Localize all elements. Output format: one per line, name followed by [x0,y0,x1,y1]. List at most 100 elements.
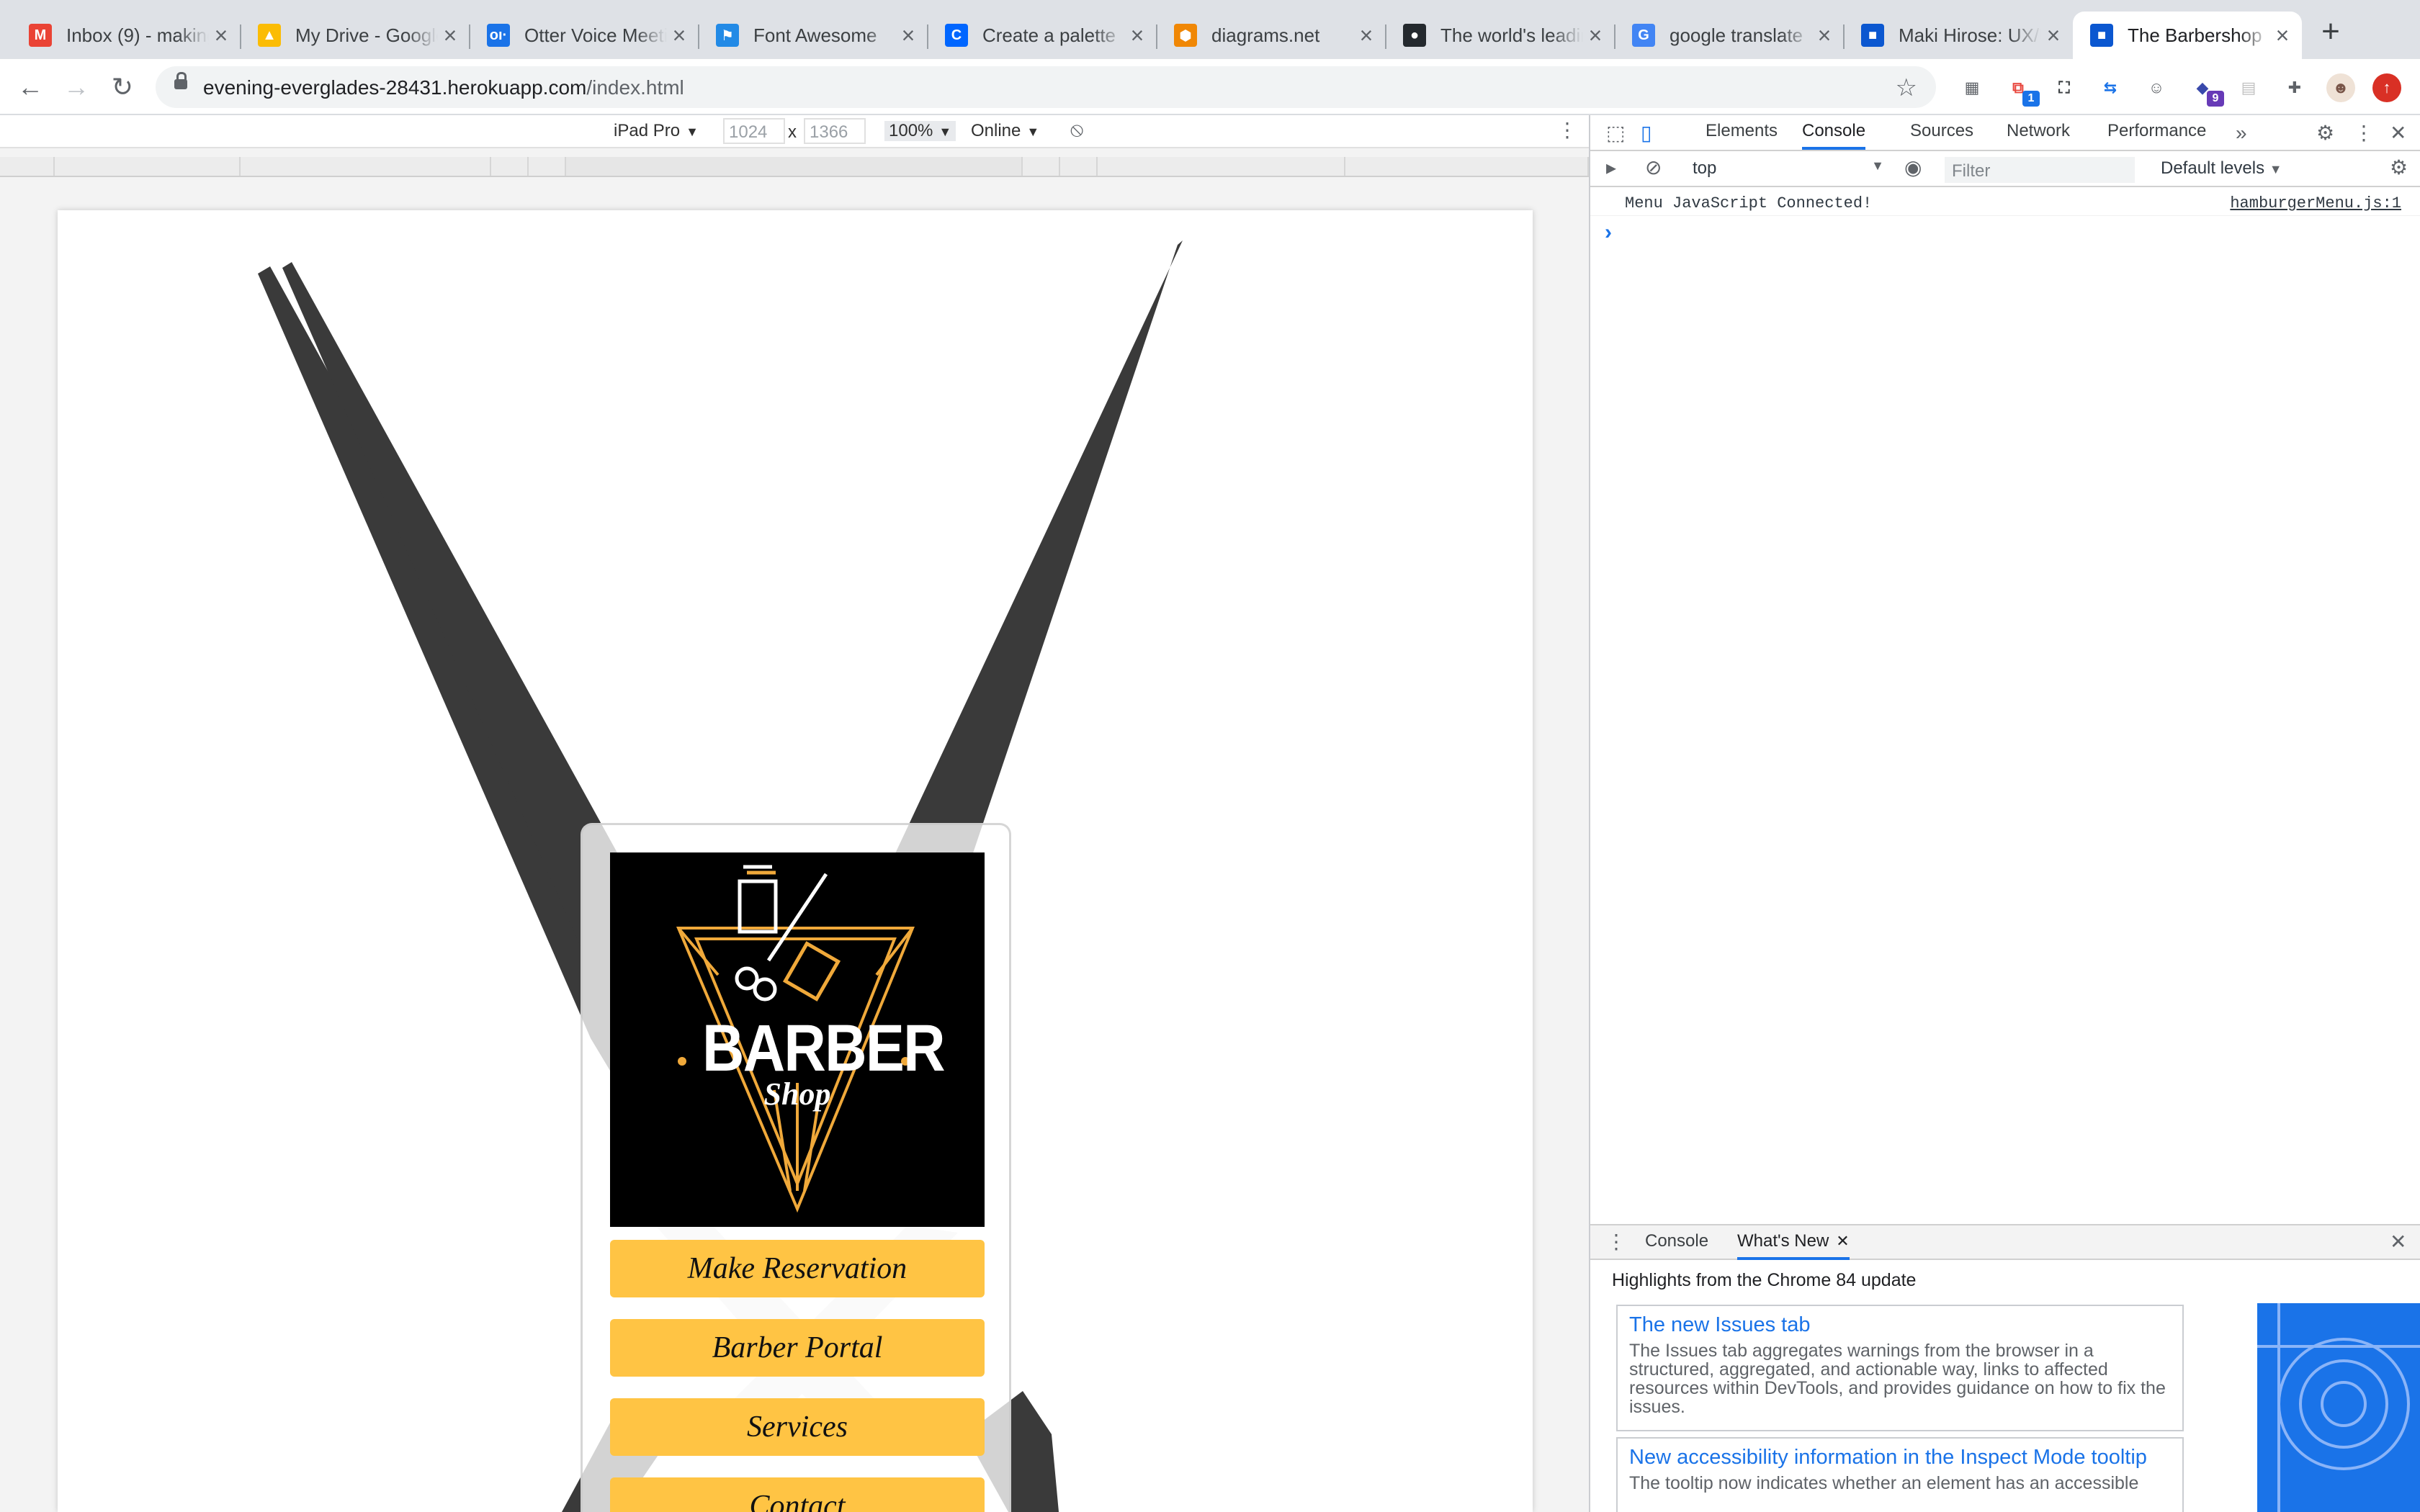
device-emulation-viewport: iPad Pro ▼ 1024 x 1366 100% ▼ Online ▼ ⦸ ⋮ [0,115,1589,1512]
browser-tab[interactable]: ▲ My Drive - Google Drive× [241,12,470,59]
profile-avatar[interactable]: ☻ [2326,73,2355,102]
height-input[interactable]: 1366 [804,118,866,144]
log-levels-value: Default levels [2161,158,2265,178]
zoom-select[interactable]: 100% ▼ [884,121,956,141]
devtools-tab-performance[interactable]: Performance [2107,121,2206,141]
tab-title: My Drive - Google Drive [295,24,438,46]
close-tab-icon[interactable]: × [1812,22,1837,49]
devtools-panel: ⬚ ▯ Elements Console Sources Network Perform… [1589,115,2420,1512]
browser-tab[interactable]: Ggoogle translate × [1615,12,1845,59]
chevron-down-icon: ▼ [938,125,952,139]
browser-tab[interactable]: ● The world's leading× [1386,12,1615,59]
url-text[interactable]: evening-everglades-28431.herokuapp.com/i… [203,76,684,99]
drawer-tab-bar: ⋮ Console What's New ✕ ✕ [1590,1224,2420,1260]
browser-tab[interactable]: ■ The Barbershop × [2073,12,2302,59]
whats-new-card[interactable]: The new Issues tab The Issues tab aggrega… [1616,1305,2184,1431]
device-toggle-icon[interactable]: ▯ [1641,122,1652,144]
network-throttle-select[interactable]: Online ▼ [971,121,1039,141]
devtools-tab-elements[interactable]: Elements [1706,121,1778,141]
whats-new-card-title[interactable]: The new Issues tab [1629,1313,2171,1337]
browser-tab[interactable]: ■ Maki Hirose: UX/UI× [1844,12,2073,59]
reload-icon[interactable]: ↻ [107,72,138,104]
settings-gear-icon[interactable]: ⚙ [2316,122,2334,144]
inspect-element-icon[interactable]: ⬚ [1606,122,1625,144]
close-tab-icon[interactable]: × [1354,22,1379,49]
whats-new-panel: Highlights from the Chrome 84 update The… [1590,1261,2420,1512]
tab-title: Font Awesome [753,24,877,46]
address-bar[interactable]: evening-everglades-28431.herokuapp.com/i… [156,66,1936,108]
clear-console-icon[interactable]: ⊘ [1645,157,1662,179]
close-tab-icon[interactable]: × [1583,22,1608,49]
lock-icon[interactable] [174,72,187,89]
menu-button-contact[interactable]: Contact [610,1477,985,1512]
close-tab-icon[interactable]: × [2041,22,2066,49]
console-settings-gear-icon[interactable]: ⚙ [2390,157,2408,179]
bookmark-star-icon[interactable]: ☆ [1896,73,1917,102]
media-query-bar[interactable] [0,157,1589,177]
ext-blank-icon[interactable]: ▤ [2234,73,2263,102]
ext-cap-icon[interactable]: ◆ 9 [2188,73,2224,107]
more-tabs-icon[interactable]: » [2236,122,2247,144]
devtools-tab-sources[interactable]: Sources [1910,121,1973,141]
console-filter-input[interactable]: Filter [1945,157,2135,183]
whats-new-card[interactable]: New accessibility information in the Ins… [1616,1437,2184,1512]
rotate-icon[interactable]: ⦸ [1070,118,1083,142]
close-tab-icon[interactable]: ✕ [1836,1232,1849,1250]
whats-new-heading: Highlights from the Chrome 84 update [1612,1270,1917,1290]
console-message-source-link[interactable]: hamburgerMenu.js:1 [2230,194,2401,212]
ext-flow-icon[interactable]: ⧉ 1 [2004,73,2040,107]
browser-tab[interactable]: C Create a palette × [928,12,1157,59]
drawer-tab-label: Console [1645,1231,1709,1251]
log-levels-select[interactable]: Default levels ▼ [2161,158,2282,179]
drawer-tab-console[interactable]: Console [1645,1231,1708,1251]
ext-arrows-icon[interactable]: ⇆ [2096,73,2125,102]
close-tab-icon[interactable]: × [209,22,233,49]
device-select[interactable]: iPad Pro ▼ [614,121,699,141]
ext-gray-icon[interactable]: ▦ [1958,73,1986,102]
extensions-puzzle-icon[interactable]: ✚ [2280,73,2309,102]
chevron-down-icon: ▼ [2269,162,2282,176]
more-options-icon[interactable]: ⋮ [2354,122,2374,144]
context-select[interactable]: top ▼ [1693,158,1884,179]
browser-tab[interactable]: ⚑ Font Awesome × [699,12,928,59]
browser-tab[interactable]: oı· Otter Voice Meeting Notes× [470,12,699,59]
back-icon[interactable]: ← [14,72,46,104]
drawer-tab-whats-new[interactable]: What's New ✕ [1737,1231,1850,1260]
close-tab-icon[interactable]: × [2270,22,2295,49]
tab-title: The Barbershop [2128,24,2262,46]
close-tab-icon[interactable]: × [896,22,920,49]
close-devtools-icon[interactable]: ✕ [2390,122,2406,144]
close-tab-icon[interactable]: × [1125,22,1150,49]
screenshot-icon[interactable]: ⛶ [2050,73,2079,102]
console-toolbar: ▸ ⊘ top ▼ ◉ Filter Default levels ▼ ⚙ [1590,151,2420,187]
console-prompt[interactable]: › [1605,220,1612,245]
menu-button-services[interactable]: Services [610,1398,985,1456]
browser-toolbar: ← → ↻ evening-everglades-28431.herokuapp… [0,59,2420,115]
close-tab-icon[interactable]: × [667,22,691,49]
devtools-tab-network[interactable]: Network [2007,121,2070,141]
close-drawer-icon[interactable]: ✕ [2390,1231,2406,1253]
menu-button-barber-portal[interactable]: Barber Portal [610,1319,985,1377]
tab-title: diagrams.net [1211,24,1320,46]
url-path: /index.html [586,76,684,99]
new-tab-button[interactable]: + [2313,16,2348,50]
browser-tab[interactable]: ⬢ diagrams.net × [1157,12,1386,59]
console-message: Menu JavaScript Connected! hamburgerMenu… [1590,190,2420,216]
drawer-menu-icon[interactable]: ⋮ [1606,1231,1626,1253]
devtools-tab-console[interactable]: Console [1802,121,1866,150]
whats-new-card-title[interactable]: New accessibility information in the Ins… [1629,1446,2171,1470]
ext-smile-icon[interactable]: ☺ [2142,73,2171,102]
width-input[interactable]: 1024 [723,118,785,144]
more-options-icon[interactable]: ⋮ [1557,118,1577,142]
forward-icon[interactable]: → [60,72,92,104]
update-icon[interactable]: ↑ [2372,73,2401,102]
tab-title: Create a palette [982,24,1116,46]
live-expression-eye-icon[interactable]: ◉ [1904,157,1922,179]
google-icon: G [1632,24,1655,47]
sidebar-toggle-icon[interactable]: ▸ [1606,157,1616,179]
network-value: Online [971,121,1021,140]
screen: MInbox (9) - making×▲My Drive - Google D… [0,0,2420,1512]
menu-button-make-reservation[interactable]: Make Reservation [610,1240,985,1297]
close-tab-icon[interactable]: × [438,22,462,49]
browser-tab[interactable]: M Inbox (9) - making × [12,12,241,59]
